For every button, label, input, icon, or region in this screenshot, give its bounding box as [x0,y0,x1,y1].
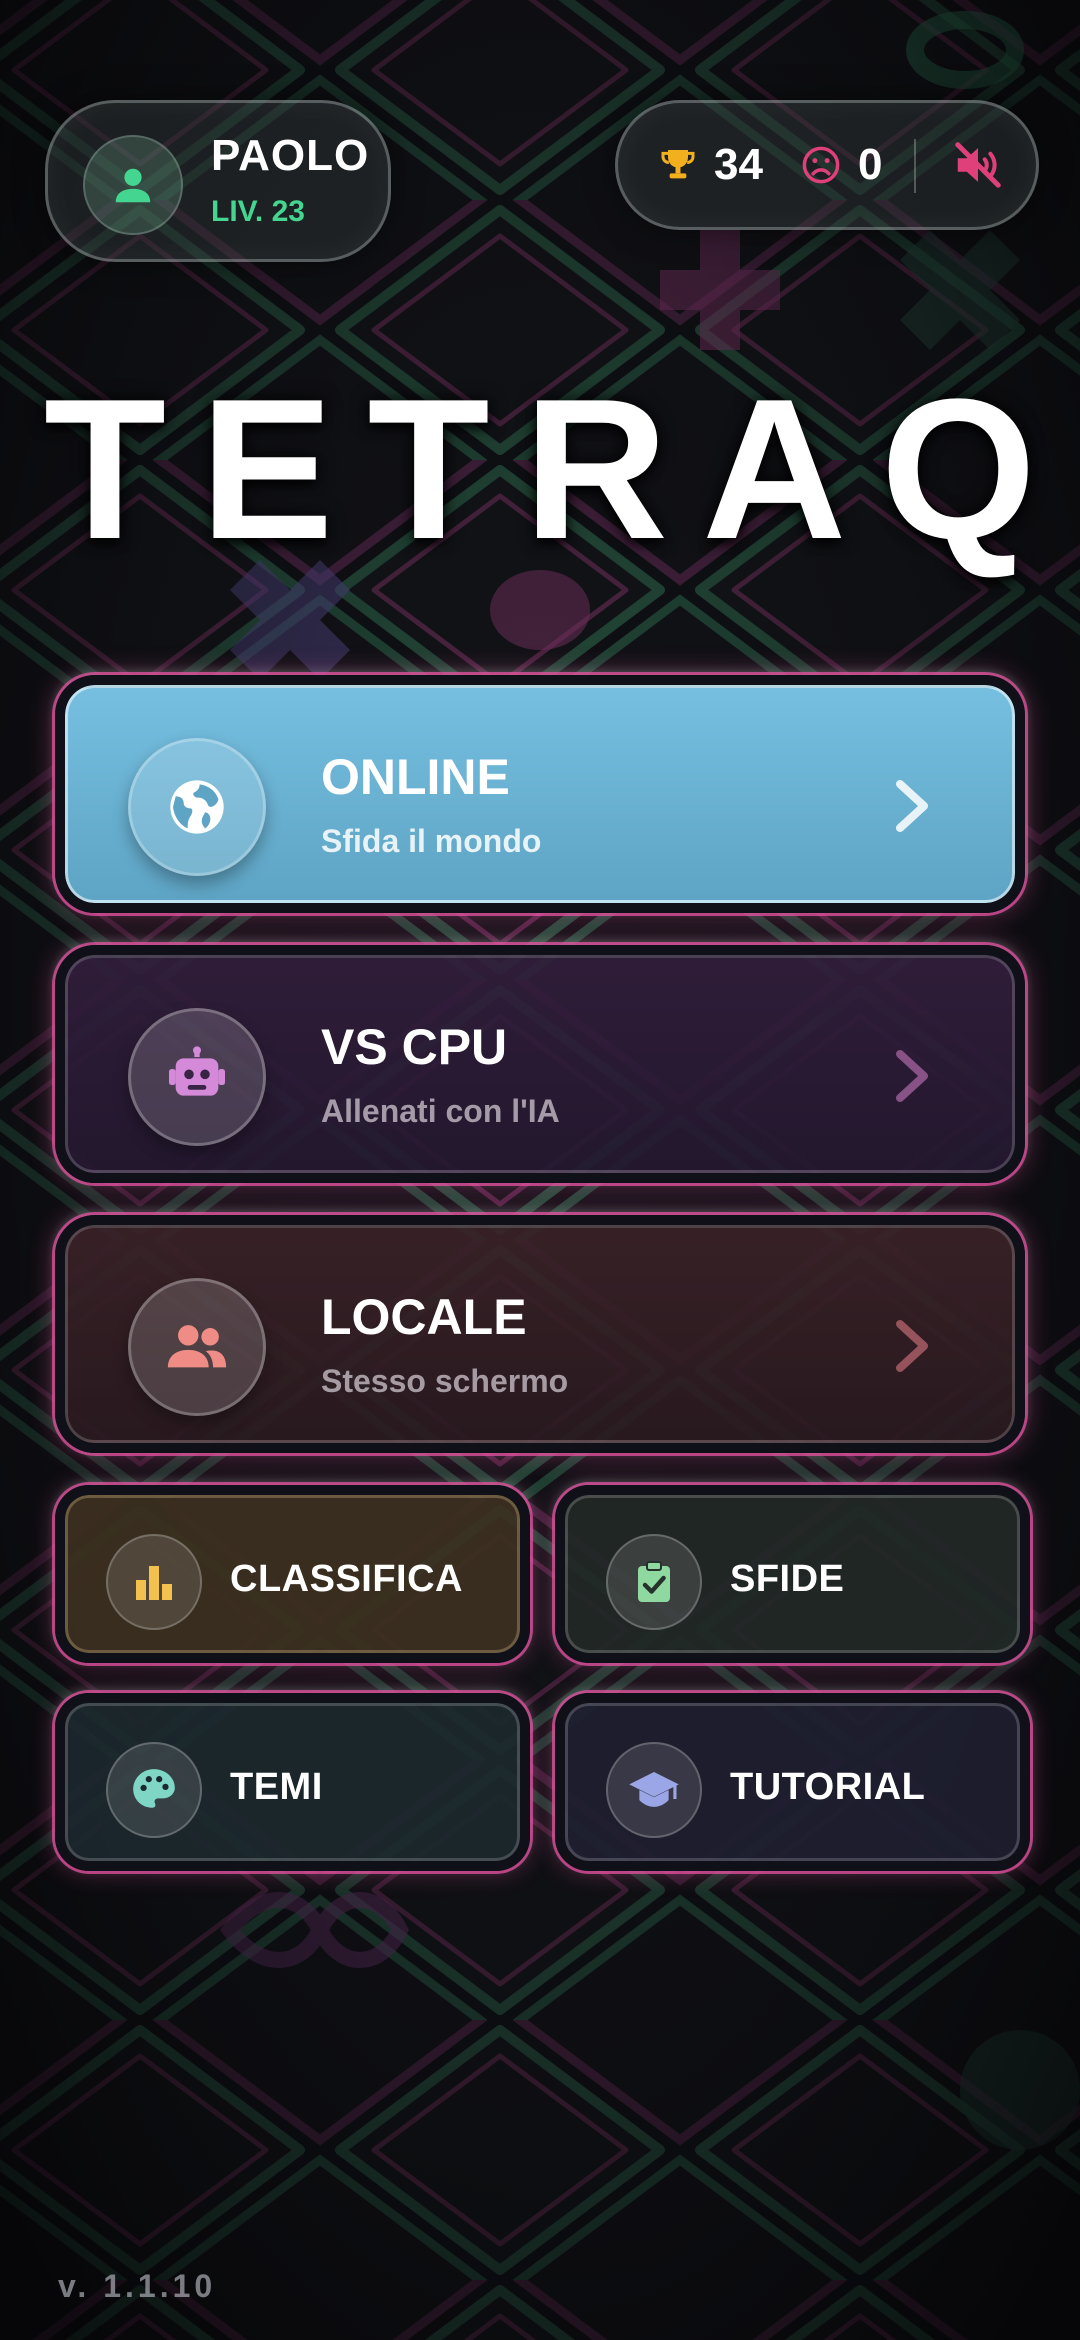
online-title: ONLINE [321,749,510,805]
local-icon-circle [128,1278,266,1416]
palette-icon [133,1769,175,1808]
chevron-right-icon [896,1050,928,1102]
tutorial-icon-circle [606,1742,702,1838]
challenges-panel: SFIDE [565,1495,1020,1653]
leaderboard-label: CLASSIFICA [230,1558,463,1600]
wins-stat: 34 [658,127,763,203]
globe-icon [170,780,224,834]
tutorial-label: TUTORIAL [730,1766,926,1808]
challenges-label: SFIDE [730,1558,845,1600]
vs-cpu-icon-circle [128,1008,266,1146]
themes-button[interactable]: TEMI [55,1693,530,1871]
robot-icon [169,1046,225,1096]
themes-label: TEMI [230,1766,323,1808]
stats-bar: 34 0 [615,100,1039,230]
losses-count: 0 [858,140,883,189]
online-mode-button[interactable]: ONLINE Sfida il mondo [55,675,1025,913]
group-icon [167,1325,227,1368]
wins-count: 34 [714,140,763,189]
clipboard-check-icon [638,1561,670,1602]
challenges-icon-circle [606,1534,702,1630]
game-title: TETRAQ [43,358,1071,581]
online-subtitle: Sfida il mondo [321,823,542,859]
themes-panel: TEMI [65,1703,520,1861]
player-name: PAOLO [211,131,370,180]
chevron-right-icon [896,1320,928,1372]
losses-stat: 0 [800,127,882,203]
avatar[interactable] [83,135,183,235]
online-icon-circle [128,738,266,876]
themes-icon-circle [106,1742,202,1838]
vs-cpu-subtitle: Allenati con l'IA [321,1093,560,1129]
person-icon [115,168,151,203]
vs-cpu-mode-button[interactable]: VS CPU Allenati con l'IA [55,945,1025,1183]
leaderboard-panel: CLASSIFICA [65,1495,520,1653]
bar-chart-icon [136,1566,172,1600]
sound-toggle-button[interactable] [940,127,1016,203]
local-title: LOCALE [321,1289,527,1345]
local-subtitle: Stesso schermo [321,1363,569,1399]
online-mode-panel: ONLINE Sfida il mondo [65,685,1015,903]
player-level: LIV. 23 [211,195,305,228]
leaderboard-button[interactable]: CLASSIFICA [55,1485,530,1663]
leaderboard-icon-circle [106,1534,202,1630]
trophy-icon [661,150,695,179]
vs-cpu-mode-panel: VS CPU Allenati con l'IA [65,955,1015,1173]
local-mode-button[interactable]: LOCALE Stesso schermo [55,1215,1025,1453]
graduation-cap-icon [629,1772,679,1807]
chevron-right-icon [896,780,928,832]
vs-cpu-title: VS CPU [321,1019,508,1075]
challenges-button[interactable]: SFIDE [555,1485,1030,1663]
local-mode-panel: LOCALE Stesso schermo [65,1225,1015,1443]
version-label: v. 1.1.10 [58,2268,217,2304]
divider [914,139,916,193]
sad-face-icon [802,146,840,184]
volume-off-icon [955,142,1001,188]
tutorial-button[interactable]: TUTORIAL [555,1693,1030,1871]
tutorial-panel: TUTORIAL [565,1703,1020,1861]
player-profile[interactable]: PAOLO LIV. 23 [45,100,391,262]
